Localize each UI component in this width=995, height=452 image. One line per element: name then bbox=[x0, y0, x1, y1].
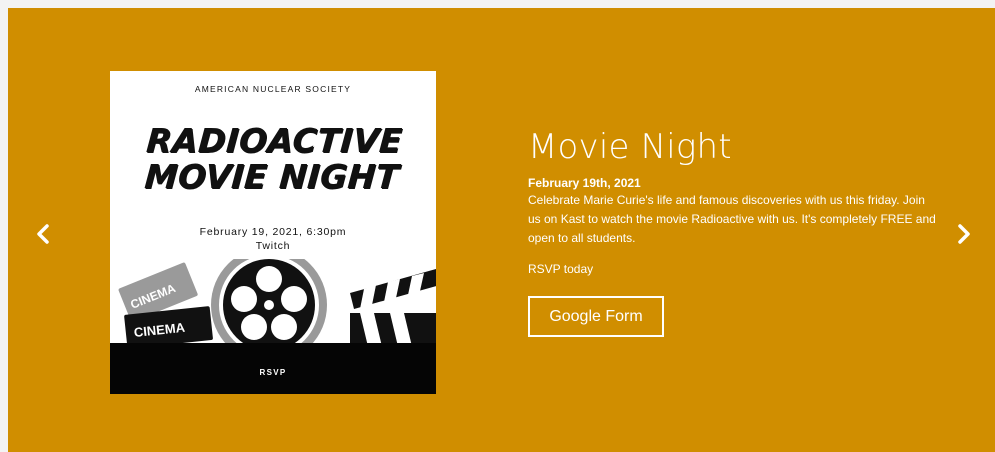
carousel-prev-button[interactable] bbox=[31, 222, 55, 246]
slide-title: Movie Night bbox=[528, 127, 732, 167]
film-reel-graphic bbox=[211, 259, 327, 349]
chevron-left-icon bbox=[37, 224, 49, 244]
slide-caption: Movie Night February 19th, 2021 Celebrat… bbox=[528, 126, 948, 277]
poster-platform: Twitch bbox=[255, 240, 291, 252]
poster-org-name: AMERICAN NUCLEAR SOCIETY bbox=[194, 84, 352, 94]
poster-title: RADIOACTIVE MOVIE NIGHT bbox=[110, 121, 436, 196]
event-date: February 19th, 2021 bbox=[528, 176, 641, 190]
event-description: Celebrate Marie Curie's life and famous … bbox=[528, 193, 936, 245]
poster-date: February 19, 2021, 6:30pm bbox=[199, 226, 347, 238]
rsvp-prompt: RSVP today bbox=[528, 262, 594, 276]
carousel-next-button[interactable] bbox=[952, 222, 976, 246]
event-poster-image: AMERICAN NUCLEAR SOCIETY RADIOACTIVE MOV… bbox=[110, 71, 436, 394]
film-illustration: CINEMA CINEMA bbox=[118, 259, 436, 349]
poster-rsvp-label: RSVP bbox=[259, 368, 287, 377]
poster-title-line: MOVIE NIGHT bbox=[143, 157, 401, 196]
clapperboard-graphic bbox=[350, 269, 436, 349]
google-form-button[interactable]: Google Form bbox=[528, 296, 664, 337]
poster-title-line: RADIOACTIVE bbox=[145, 121, 404, 160]
chevron-right-icon bbox=[958, 224, 970, 244]
